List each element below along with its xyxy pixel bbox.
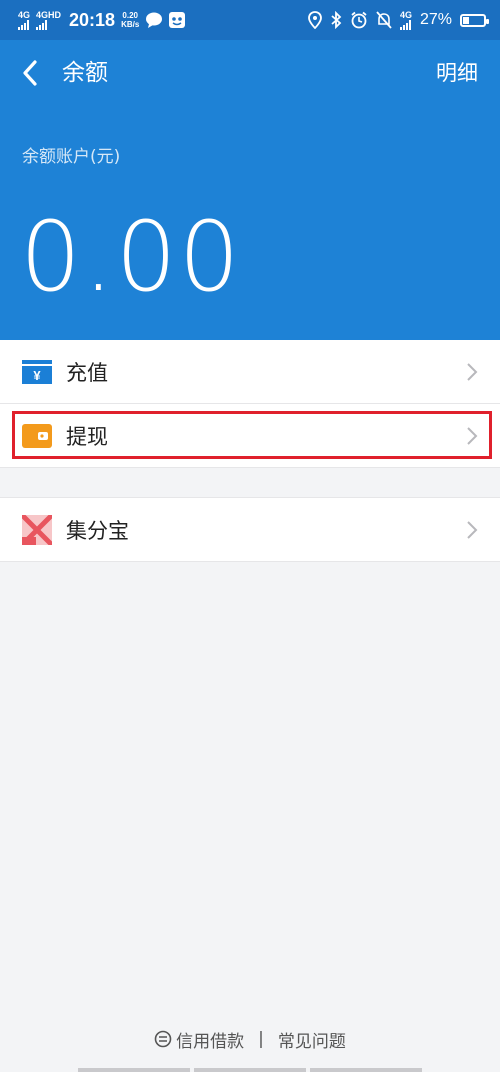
chevron-right-icon [467, 520, 478, 539]
speed-value: 0.20 [122, 11, 138, 20]
net-label: 4G [399, 9, 412, 20]
credit-loan-link[interactable]: 信用借款 [154, 1027, 244, 1052]
chat-bubble-icon [146, 12, 163, 28]
sim2-label: 4GHD [36, 9, 62, 20]
back-arrow-icon[interactable] [16, 56, 46, 90]
mobile-data-icon: 4G [399, 9, 412, 30]
chevron-right-icon [467, 426, 478, 445]
recharge-label: 充值 [66, 360, 108, 385]
status-left: 4G 4GHD 20:18 0.20 KB/s [18, 8, 186, 32]
sim1-signal-icon: 4G [18, 9, 31, 30]
credit-loan-icon [154, 1030, 172, 1048]
clock: 20:18 [69, 9, 116, 30]
navigation-gesture-bar [0, 1068, 500, 1072]
recharge-item[interactable]: ¥ 充值 [0, 340, 500, 404]
location-icon [308, 11, 322, 29]
balance-header: 余额 明细 余额账户(元) 0.00 [0, 40, 500, 340]
footer-separator: | [258, 1029, 264, 1049]
balance-amount: 0.00 [20, 201, 242, 313]
network-speed: 0.20 KB/s [121, 11, 139, 29]
recharge-icon: ¥ [22, 357, 52, 387]
menu-group-secondary: 集分宝 [0, 497, 500, 562]
app-notification-icon [169, 12, 186, 28]
battery-icon [460, 13, 489, 27]
menu-group-primary: ¥ 充值 提现 [0, 340, 500, 468]
jifenbao-item[interactable]: 集分宝 [0, 498, 500, 562]
sim2-signal-icon: 4GHD [36, 9, 62, 30]
chevron-right-icon [467, 362, 478, 381]
withdraw-item[interactable]: 提现 [0, 404, 500, 468]
detail-link[interactable]: 明细 [436, 56, 478, 90]
sim1-label: 4G [18, 9, 31, 20]
alarm-icon [351, 11, 367, 29]
bluetooth-icon [331, 11, 342, 29]
credit-loan-label: 信用借款 [176, 1031, 245, 1052]
page-title: 余额 [62, 60, 108, 86]
speed-unit: KB/s [121, 20, 140, 29]
faq-link[interactable]: 常见问题 [278, 1027, 346, 1052]
account-label: 余额账户(元) [22, 147, 121, 167]
footer-links: 信用借款 | 常见问题 [0, 1022, 500, 1056]
battery-percent: 27% [419, 11, 452, 28]
jifenbao-icon [22, 514, 52, 545]
wallet-icon [22, 421, 52, 451]
jifenbao-label: 集分宝 [66, 518, 129, 543]
status-bar: 4G 4GHD 20:18 0.20 KB/s 4G 27% [0, 0, 500, 40]
svg-text:¥: ¥ [33, 368, 41, 383]
mute-icon [376, 11, 392, 29]
status-right: 4G 27% [308, 8, 489, 32]
withdraw-label: 提现 [66, 424, 108, 449]
